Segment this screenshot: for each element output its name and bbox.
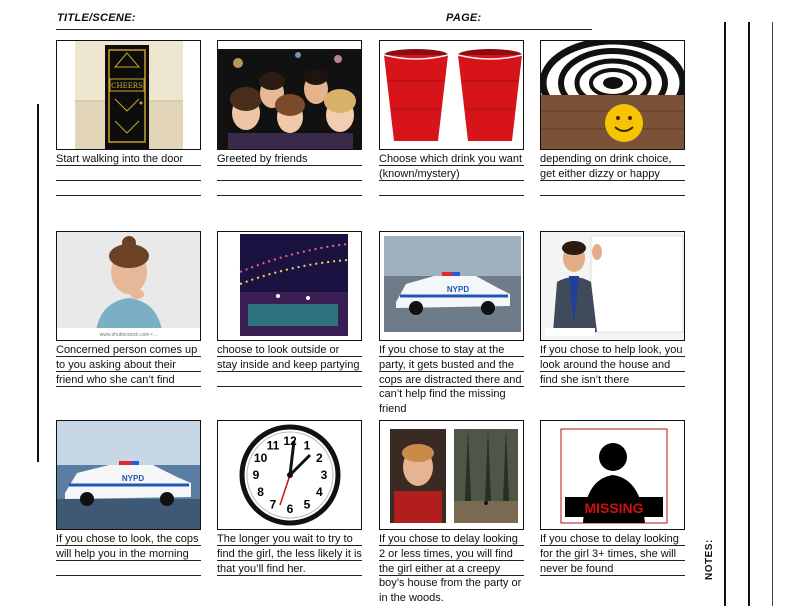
panel-image-spiral-smiley	[540, 40, 685, 150]
panel-3-caption: Choose which drink you want (known/myste…	[379, 152, 524, 196]
clock-numeral: 11	[267, 439, 280, 453]
panel-image-friends	[217, 40, 362, 150]
car-text: NYPD	[447, 285, 469, 294]
panel-image-police-car: NYPD	[379, 231, 524, 341]
panel-9-caption: If you chose to look, the cops will help…	[56, 532, 201, 576]
storyboard-panel-7: NYPD If you chose to stay at the party, …	[379, 231, 524, 417]
panel-10-caption: The longer you wait to try to find the g…	[217, 533, 362, 576]
storyboard-panel-12: MISSING If you chose to delay looking fo…	[540, 420, 685, 576]
clock-numeral: 12	[283, 434, 297, 448]
car-text: NYPD	[122, 474, 144, 483]
storyboard-panel-1: CHEERS Start walking into the door	[56, 40, 201, 196]
clock-numeral: 1	[304, 439, 311, 453]
clock-numeral: 5	[304, 497, 311, 511]
clock-numeral: 3	[321, 468, 328, 482]
panel-image-clock: 12 1 2 3 4 5 6 7 8 9 10 11	[217, 420, 362, 530]
door-sign-text: CHEERS	[111, 82, 143, 90]
notes-label: NOTES:	[704, 539, 715, 580]
panel-5-caption: Concerned person comes up to you asking …	[56, 343, 201, 387]
panel-image-party-outside	[217, 231, 362, 341]
panel-7-caption: If you chose to stay at the party, it ge…	[379, 343, 524, 417]
panel-1-caption: Start walking into the door	[56, 152, 201, 196]
left-margin-line	[37, 104, 39, 462]
notes-line-3	[772, 22, 773, 606]
storyboard-panel-5: www.shutterstock.com • ... Concerned per…	[56, 231, 201, 387]
panel-12-caption: If you chose to delay looking for the gi…	[540, 532, 685, 576]
notes-line-1	[724, 22, 726, 606]
clock-numeral: 8	[257, 485, 264, 499]
clock-numeral: 4	[316, 485, 323, 499]
panel-11-caption: If you chose to delay looking 2 or less …	[379, 532, 524, 606]
storyboard-panel-11: If you chose to delay looking 2 or less …	[379, 420, 524, 606]
clock-numeral: 2	[316, 451, 323, 465]
panel-image-boy-and-woods	[379, 420, 524, 530]
panel-image-concerned-person: www.shutterstock.com • ...	[56, 231, 201, 341]
clock-numeral: 9	[253, 468, 260, 482]
storyboard-panel-4: depending on drink choice, get either di…	[540, 40, 685, 196]
panel-2-caption: Greeted by friends	[217, 152, 362, 196]
panel-4-caption: depending on drink choice, get either di…	[540, 152, 685, 196]
clock-numeral: 6	[287, 502, 294, 516]
panel-image-man-with-sign	[540, 231, 685, 341]
panel-image-door: CHEERS	[56, 40, 201, 150]
panel-6-caption: choose to look outside or stay inside an…	[217, 343, 362, 387]
page-label: PAGE:	[446, 12, 482, 24]
storyboard-panel-2: Greeted by friends	[217, 40, 362, 196]
storyboard-panel-6: choose to look outside or stay inside an…	[217, 231, 362, 387]
storyboard-panel-3: Choose which drink you want (known/myste…	[379, 40, 524, 196]
clock-numeral: 10	[254, 451, 268, 465]
watermark-text: www.shutterstock.com • ...	[100, 332, 158, 338]
panel-image-red-cups	[379, 40, 524, 150]
panel-image-missing-poster: MISSING	[540, 420, 685, 530]
clock-numeral: 7	[270, 497, 277, 511]
title-scene-label: TITLE/SCENE:	[57, 12, 136, 24]
notes-line-2	[748, 22, 750, 606]
storyboard-panel-8: If you chose to help look, you look arou…	[540, 231, 685, 387]
storyboard-panel-10: 12 1 2 3 4 5 6 7 8 9 10 11 The longer you wait to t…	[217, 420, 362, 576]
panel-8-caption: If you chose to help look, you look arou…	[540, 343, 685, 387]
missing-text: MISSING	[584, 500, 643, 516]
panel-image-police-car-morning: NYPD	[56, 420, 201, 530]
storyboard-panel-9: NYPD If you chose to look, the cops will…	[56, 420, 201, 576]
header-underline	[56, 29, 592, 30]
clock-icon: 12 12 3 45678 9 1011	[218, 421, 361, 529]
